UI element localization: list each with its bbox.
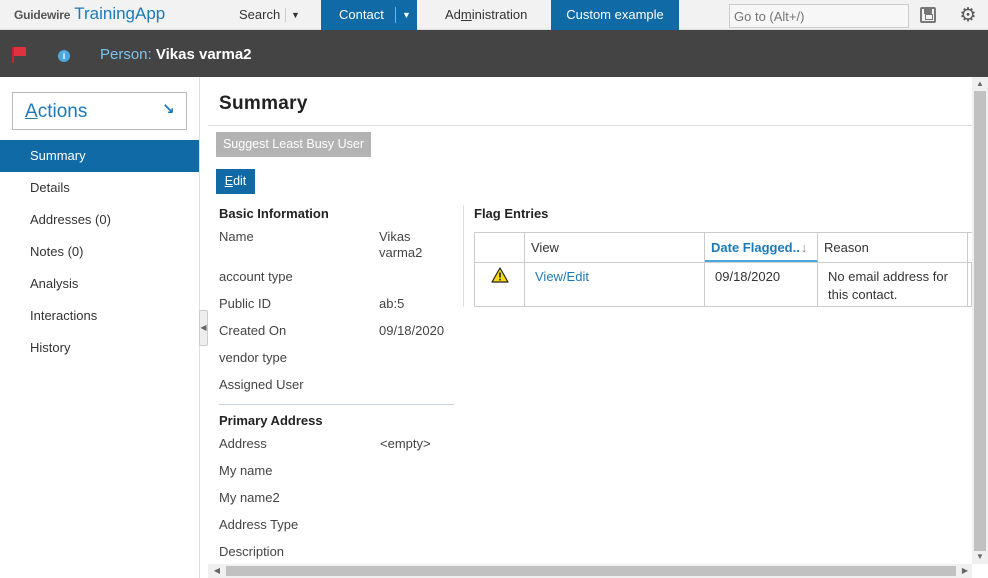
- table-cell-icon: [475, 263, 525, 306]
- field-label-public-id: Public ID: [219, 296, 272, 311]
- suggest-least-busy-user-button[interactable]: Suggest Least Busy User: [216, 132, 371, 157]
- app-logo[interactable]: Guidewire TrainingApp: [14, 4, 165, 26]
- sidebar-item-notes[interactable]: Notes (0): [0, 236, 199, 268]
- field-value-address: <empty>: [380, 436, 431, 451]
- app-name: TrainingApp: [74, 4, 166, 23]
- field-value-created-on: 09/18/2020: [379, 323, 445, 338]
- field-label-address: Address: [219, 436, 267, 451]
- sidebar-item-interactions[interactable]: Interactions: [0, 300, 199, 332]
- basic-information-title: Basic Information: [219, 206, 329, 221]
- search-menu-arrow-icon[interactable]: ▼: [285, 8, 305, 22]
- top-nav-bar: Guidewire TrainingApp Search ▼ Contact ▼…: [0, 0, 988, 30]
- person-label: Person:: [100, 46, 152, 63]
- info-bar: i Person: Vikas varma2: [0, 30, 988, 77]
- column-header-icon: [475, 233, 525, 262]
- sidebar-item-addresses[interactable]: Addresses (0): [0, 204, 199, 236]
- save-icon[interactable]: [920, 7, 936, 23]
- horizontal-scroll-thumb[interactable]: [226, 566, 956, 576]
- primary-address-title: Primary Address: [219, 413, 323, 428]
- tab-contact-label: Contact: [339, 7, 384, 22]
- field-label-assigned-user: Assigned User: [219, 377, 304, 392]
- scroll-left-icon[interactable]: ◀: [210, 564, 224, 578]
- actions-button[interactable]: Actions ↘: [12, 92, 187, 130]
- scroll-up-icon[interactable]: ▲: [972, 77, 988, 91]
- tab-contact[interactable]: Contact ▼: [321, 0, 417, 30]
- sidebar-item-analysis[interactable]: Analysis: [0, 268, 199, 300]
- field-value-name: Vikas varma2: [379, 229, 423, 260]
- tab-search[interactable]: Search: [239, 0, 280, 30]
- divider: [208, 125, 972, 126]
- table-cell-view: View/Edit: [525, 263, 705, 306]
- sidebar: Actions ↘ Summary Details Addresses (0) …: [0, 77, 200, 578]
- contact-menu-arrow-icon[interactable]: ▼: [395, 7, 417, 23]
- arrow-down-right-icon: ↘: [162, 101, 175, 118]
- main-content: Summary Suggest Least Busy User Edit Bas…: [208, 77, 972, 564]
- tab-custom-example[interactable]: Custom example: [551, 0, 679, 30]
- column-header-date-flagged[interactable]: Date Flagged..↓: [705, 233, 818, 262]
- gear-icon[interactable]: ⚙: [958, 6, 978, 26]
- sidebar-item-details[interactable]: Details: [0, 172, 199, 204]
- column-header-view[interactable]: View: [525, 233, 705, 262]
- field-label-description: Description: [219, 544, 285, 559]
- scroll-right-icon[interactable]: ▶: [958, 564, 972, 578]
- field-label-vendor-type: vendor type: [219, 350, 287, 365]
- field-label-account-type: account type: [219, 269, 293, 284]
- section-divider: [219, 404, 454, 405]
- sidebar-item-summary[interactable]: Summary: [0, 140, 199, 172]
- flag-entries-title: Flag Entries: [474, 206, 549, 221]
- field-label-address-type: Address Type: [219, 517, 299, 532]
- warning-icon: [491, 267, 509, 283]
- brand-name: Guidewire: [14, 8, 71, 22]
- field-label-name: Name: [219, 229, 254, 244]
- page-title: Summary: [219, 93, 308, 114]
- info-icon[interactable]: i: [58, 50, 70, 62]
- flag-entries-table: View Date Flagged..↓ Reason View/Edit 09…: [474, 232, 972, 307]
- actions-label: Actions: [25, 101, 88, 122]
- sidebar-item-history[interactable]: History: [0, 332, 199, 364]
- vertical-scrollbar[interactable]: ▲ ▼: [972, 77, 988, 564]
- field-label-created-on: Created On: [219, 323, 287, 338]
- table-cell-reason: No email address for this contact.: [818, 263, 968, 306]
- sidebar-collapse-handle[interactable]: ◀: [199, 310, 208, 346]
- view-edit-link[interactable]: View/Edit: [535, 269, 589, 284]
- goto-input[interactable]: [729, 4, 909, 28]
- vertical-scroll-thumb[interactable]: [974, 91, 986, 551]
- field-label-my-name2: My name2: [219, 490, 280, 505]
- tab-administration[interactable]: Administration: [445, 0, 527, 30]
- person-header: Person: Vikas varma2: [100, 46, 252, 63]
- edit-button[interactable]: Edit: [216, 169, 255, 194]
- scroll-down-icon[interactable]: ▼: [972, 550, 988, 564]
- column-header-reason[interactable]: Reason: [818, 233, 968, 262]
- person-name: Vikas varma2: [155, 46, 252, 63]
- table-header-row: View Date Flagged..↓ Reason: [475, 233, 972, 263]
- field-label-my-name: My name: [219, 463, 273, 478]
- flag-icon[interactable]: [12, 47, 26, 63]
- field-value-public-id: ab:5: [379, 296, 405, 311]
- column-divider: [463, 205, 464, 307]
- table-cell-date: 09/18/2020: [705, 263, 818, 306]
- sort-descending-icon: ↓: [800, 240, 808, 255]
- horizontal-scrollbar[interactable]: ◀ ▶: [208, 564, 972, 578]
